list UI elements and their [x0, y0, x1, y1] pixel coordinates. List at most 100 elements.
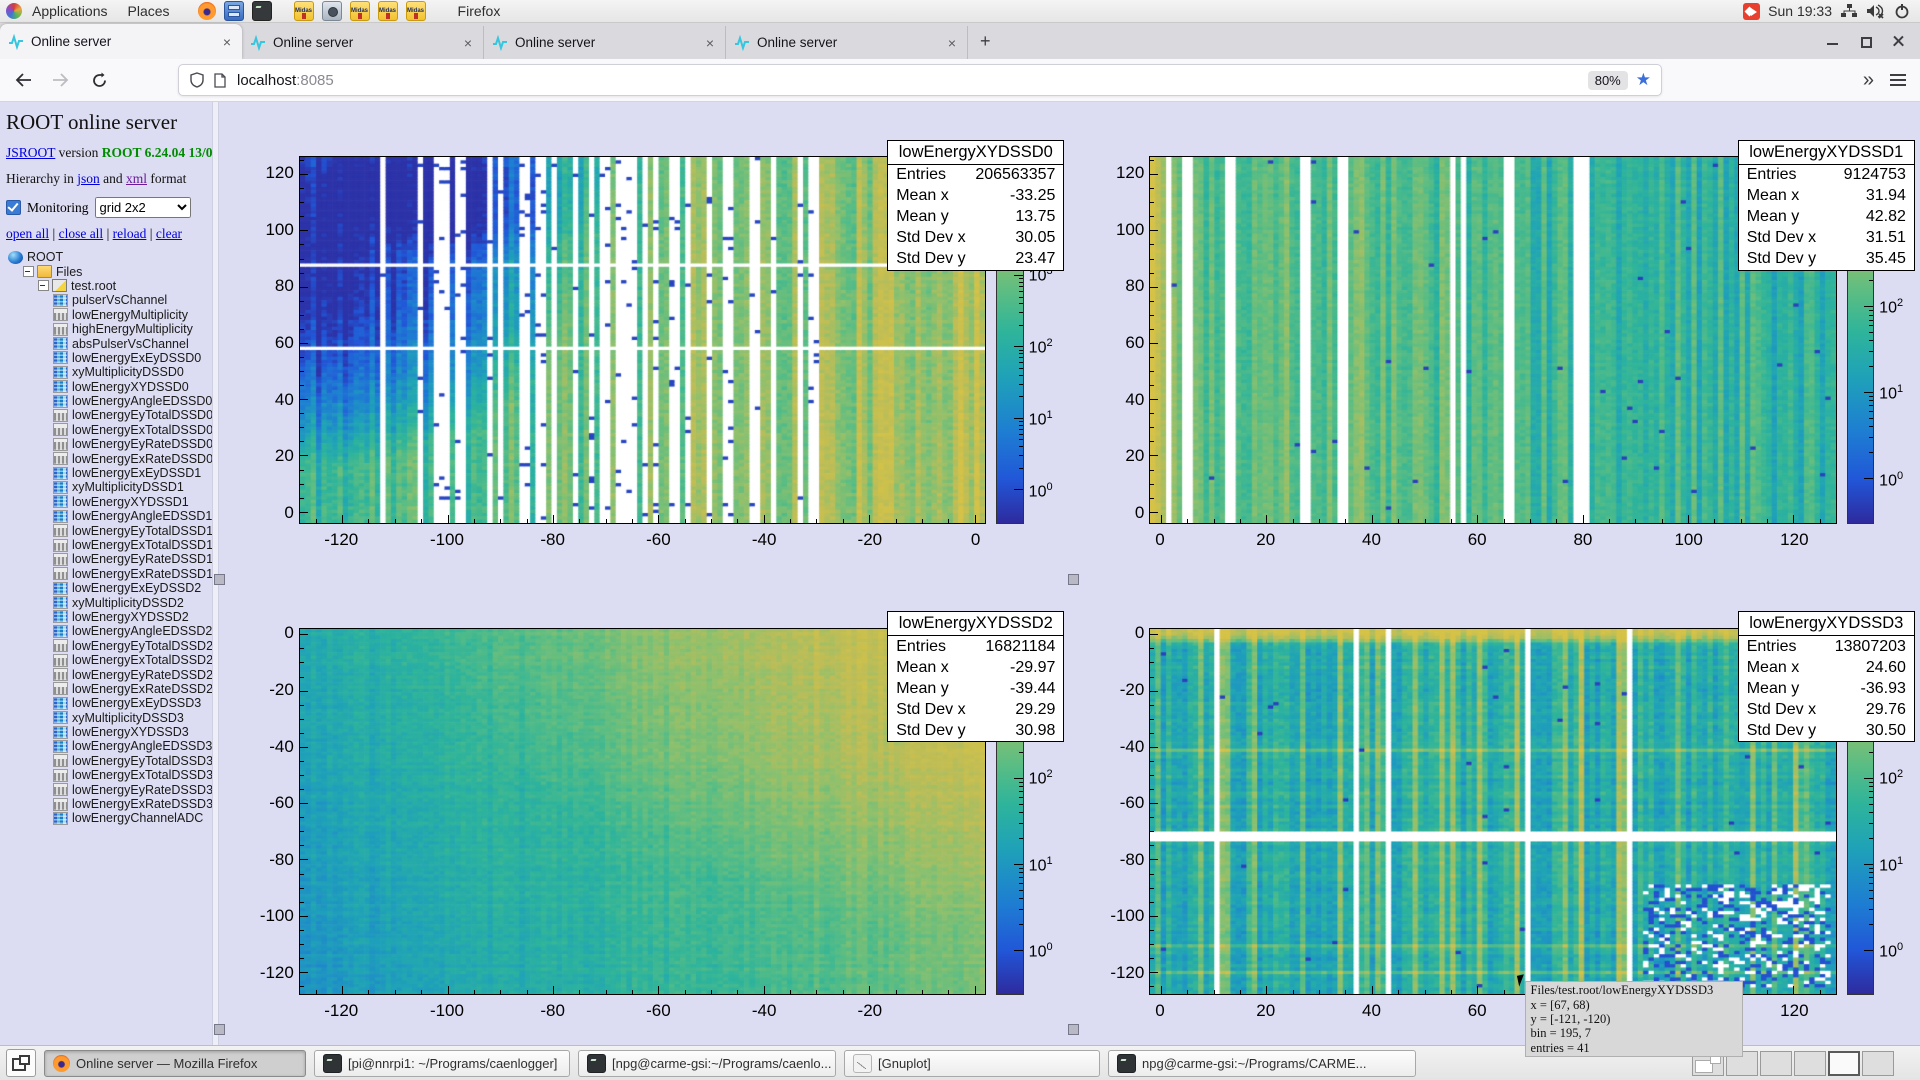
- plot-frame[interactable]: [299, 628, 986, 996]
- url-text[interactable]: localhost:8085: [237, 72, 1588, 89]
- tree-item-lowEnergyExTotalDSSD2[interactable]: lowEnergyExTotalDSSD2: [6, 653, 212, 667]
- tree-item-lowEnergyExEyDSSD1[interactable]: lowEnergyExEyDSSD1: [6, 466, 212, 480]
- taskbar-item[interactable]: [pi@nnrpi1: ~/Programs/caenlogger]: [314, 1050, 570, 1077]
- forward-button[interactable]: [46, 65, 76, 95]
- restore-button[interactable]: [1860, 36, 1871, 47]
- monitoring-checkbox[interactable]: [6, 200, 21, 215]
- minimize-button[interactable]: [1827, 36, 1838, 47]
- tab-close-icon[interactable]: ×: [461, 35, 475, 51]
- menu-applications[interactable]: Applications: [22, 0, 118, 22]
- tree-item-lowEnergyExRateDSSD0[interactable]: lowEnergyExRateDSSD0: [6, 451, 212, 465]
- tree-item-pulserVsChannel[interactable]: pulserVsChannel: [6, 293, 212, 307]
- tree-item-lowEnergyEyRateDSSD3[interactable]: lowEnergyEyRateDSSD3: [6, 782, 212, 796]
- menu-places[interactable]: Places: [118, 0, 180, 22]
- pad-resize-handle[interactable]: [1068, 1024, 1079, 1035]
- tree-item-root[interactable]: ROOT: [6, 250, 212, 264]
- tree-item-lowEnergyAngleEDSSD0[interactable]: lowEnergyAngleEDSSD0: [6, 394, 212, 408]
- tab-close-icon[interactable]: ×: [945, 35, 959, 51]
- tree-item-lowEnergyExEyDSSD2[interactable]: lowEnergyExEyDSSD2: [6, 581, 212, 595]
- tab-close-icon[interactable]: ×: [703, 35, 717, 51]
- clock[interactable]: Sun 19:33: [1768, 3, 1832, 19]
- stats-box[interactable]: lowEnergyXYDSSD3Entries13807203Mean x24.…: [1738, 611, 1915, 742]
- heatmap-canvas[interactable]: [300, 157, 985, 523]
- workspace-cell-5[interactable]: [1828, 1051, 1860, 1076]
- sidebar-link-open-all[interactable]: open all: [6, 226, 49, 241]
- heatmap-canvas[interactable]: [1150, 157, 1835, 523]
- sidebar-link-reload[interactable]: reload: [113, 226, 147, 241]
- tree-item-lowEnergyChannelADC[interactable]: lowEnergyChannelADC: [6, 811, 212, 825]
- stats-box[interactable]: lowEnergyXYDSSD1Entries9124753Mean x31.9…: [1738, 140, 1915, 271]
- file-manager-launcher-icon[interactable]: [224, 1, 244, 21]
- tree-item-lowEnergyEyTotalDSSD0[interactable]: lowEnergyEyTotalDSSD0: [6, 408, 212, 422]
- tree-item-lowEnergyExTotalDSSD1[interactable]: lowEnergyExTotalDSSD1: [6, 538, 212, 552]
- tree-item-files[interactable]: Files: [6, 264, 212, 278]
- plot-frame[interactable]: [1149, 156, 1836, 524]
- tree-item-lowEnergyAngleEDSSD1[interactable]: lowEnergyAngleEDSSD1: [6, 509, 212, 523]
- pad-resize-handle[interactable]: [1068, 574, 1079, 585]
- taskbar-item[interactable]: [npg@carme-gsi:~/Programs/caenlo...: [578, 1050, 836, 1077]
- tree-item-lowEnergyEyRateDSSD2[interactable]: lowEnergyEyRateDSSD2: [6, 667, 212, 681]
- tree-item-lowEnergyExRateDSSD1[interactable]: lowEnergyExRateDSSD1: [6, 567, 212, 581]
- tree-item-lowEnergyXYDSSD3[interactable]: lowEnergyXYDSSD3: [6, 725, 212, 739]
- sidebar-link-clear[interactable]: clear: [156, 226, 182, 241]
- workspace-cell-4[interactable]: [1794, 1051, 1826, 1076]
- tab-close-icon[interactable]: ×: [220, 34, 234, 50]
- distro-logo-icon[interactable]: [6, 3, 22, 19]
- tab-online-server[interactable]: Online server×: [726, 26, 968, 59]
- taskbar-item[interactable]: Online server — Mozilla Firefox: [44, 1050, 306, 1077]
- overflow-menu-icon[interactable]: »: [1863, 69, 1872, 92]
- power-icon[interactable]: [1894, 3, 1910, 19]
- sidebar-link-close-all[interactable]: close all: [59, 226, 104, 241]
- workspace-cell-3[interactable]: [1760, 1051, 1792, 1076]
- layout-select[interactable]: grid 2x2: [95, 197, 191, 218]
- tree-item-lowEnergyAngleEDSSD3[interactable]: lowEnergyAngleEDSSD3: [6, 739, 212, 753]
- collapse-expander-icon[interactable]: [38, 280, 49, 291]
- terminal-launcher-icon[interactable]: [252, 1, 272, 21]
- heatmap-canvas[interactable]: [300, 629, 985, 995]
- workspace-cell-6[interactable]: [1862, 1051, 1894, 1076]
- tree-item-lowEnergyXYDSSD1[interactable]: lowEnergyXYDSSD1: [6, 495, 212, 509]
- tree-item-lowEnergyEyTotalDSSD1[interactable]: lowEnergyEyTotalDSSD1: [6, 523, 212, 537]
- tree-item-lowEnergyExRateDSSD2[interactable]: lowEnergyExRateDSSD2: [6, 682, 212, 696]
- taskbar-item[interactable]: [Gnuplot]: [844, 1050, 1100, 1077]
- jsroot-link[interactable]: JSROOT: [6, 145, 55, 160]
- collapse-expander-icon[interactable]: [23, 266, 34, 277]
- tree-item-lowEnergyEyRateDSSD0[interactable]: lowEnergyEyRateDSSD0: [6, 437, 212, 451]
- tray-app-icon[interactable]: [1743, 3, 1760, 20]
- tab-online-server[interactable]: Online server×: [484, 26, 726, 59]
- back-button[interactable]: [8, 65, 38, 95]
- bookmark-star-icon[interactable]: ★: [1636, 70, 1651, 90]
- tree-item-xyMultiplicityDSSD2[interactable]: xyMultiplicityDSSD2: [6, 595, 212, 609]
- close-window-button[interactable]: [1893, 36, 1904, 47]
- midas-icon[interactable]: Midas: [378, 1, 398, 21]
- volume-muted-icon[interactable]: [1866, 3, 1886, 19]
- xml-link[interactable]: xml: [126, 171, 147, 186]
- stats-box[interactable]: lowEnergyXYDSSD2Entries16821184Mean x-29…: [887, 611, 1064, 742]
- tree-item-lowEnergyMultiplicity[interactable]: lowEnergyMultiplicity: [6, 308, 212, 322]
- shield-icon[interactable]: [190, 72, 204, 88]
- midas-icon[interactable]: Midas: [294, 1, 314, 21]
- plot-frame[interactable]: [1149, 628, 1836, 996]
- tree-item-lowEnergyEyTotalDSSD2[interactable]: lowEnergyEyTotalDSSD2: [6, 639, 212, 653]
- tree-item-lowEnergyExTotalDSSD0[interactable]: lowEnergyExTotalDSSD0: [6, 423, 212, 437]
- tree-item-lowEnergyExRateDSSD3[interactable]: lowEnergyExRateDSSD3: [6, 797, 212, 811]
- tree-item-lowEnergyEyRateDSSD1[interactable]: lowEnergyEyRateDSSD1: [6, 552, 212, 566]
- tree-item-lowEnergyExTotalDSSD3[interactable]: lowEnergyExTotalDSSD3: [6, 768, 212, 782]
- pad-resize-handle[interactable]: [214, 1024, 225, 1035]
- tree-item-lowEnergyExEyDSSD3[interactable]: lowEnergyExEyDSSD3: [6, 696, 212, 710]
- tree-item-lowEnergyXYDSSD2[interactable]: lowEnergyXYDSSD2: [6, 610, 212, 624]
- tree-item-lowEnergyEyTotalDSSD3[interactable]: lowEnergyEyTotalDSSD3: [6, 754, 212, 768]
- json-link[interactable]: json: [77, 171, 100, 186]
- screenshot-camera-icon[interactable]: [322, 1, 342, 21]
- new-tab-button[interactable]: +: [968, 31, 1003, 52]
- url-bar[interactable]: localhost:8085 80% ★: [178, 64, 1662, 96]
- page-info-icon[interactable]: [214, 73, 226, 88]
- tree-item-absPulserVsChannel[interactable]: absPulserVsChannel: [6, 336, 212, 350]
- reload-button[interactable]: [84, 65, 114, 95]
- tab-online-server[interactable]: Online server×: [242, 26, 484, 59]
- taskbar-item[interactable]: npg@carme-gsi:~/Programs/CARME...: [1108, 1050, 1416, 1077]
- zoom-level-badge[interactable]: 80%: [1588, 71, 1628, 90]
- tree-item-highEnergyMultiplicity[interactable]: highEnergyMultiplicity: [6, 322, 212, 336]
- show-desktop-icon[interactable]: [6, 1049, 36, 1077]
- stats-box[interactable]: lowEnergyXYDSSD0Entries206563357Mean x-3…: [887, 140, 1064, 271]
